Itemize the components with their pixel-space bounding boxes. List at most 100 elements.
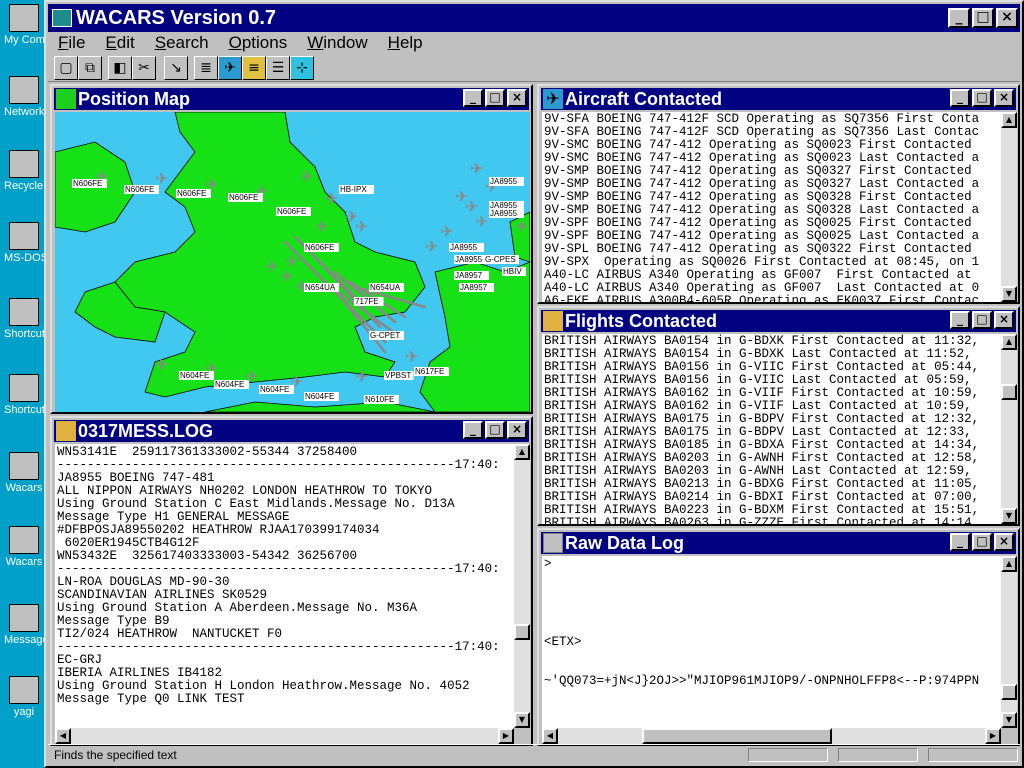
aircraft-marker-icon[interactable]: ✈ (455, 187, 468, 206)
menu-options[interactable]: Options (219, 32, 298, 54)
network-neighborhood-icon[interactable]: Network Neighborhood (4, 76, 44, 118)
aircraft-label[interactable]: N604FE (180, 371, 209, 380)
filter-icon[interactable]: ↘ (164, 56, 188, 80)
scroll-right-arrow[interactable]: ▶ (985, 728, 1001, 744)
aircraft-marker-icon[interactable]: ✈ (300, 167, 313, 186)
maximize-button[interactable]: □ (972, 8, 994, 28)
aircraft-label[interactable]: N604FE (260, 385, 289, 394)
log-minimize-button[interactable]: _ (463, 421, 483, 439)
aircraft-label[interactable]: N617FE (415, 367, 444, 376)
shortcut-merc-icon[interactable]: Shortcut to Merc (4, 298, 44, 340)
aircraft-marker-icon[interactable]: ✈ (405, 347, 418, 366)
aircraft-marker-icon[interactable]: ✈ (515, 217, 528, 236)
paste-icon[interactable]: ✂ (132, 56, 156, 80)
raw-data-log-title-bar[interactable]: Raw Data Log _ □ × (541, 532, 1016, 554)
flights-vscroll[interactable]: ▲ ▼ (1001, 334, 1017, 524)
aircraft-icon[interactable]: ✈ (218, 56, 242, 80)
menu-window[interactable]: Window (297, 32, 377, 54)
scroll-left-arrow[interactable]: ◀ (542, 728, 558, 744)
map-canvas[interactable]: ✈ ✈ ✈ ✈ ✈ ✈ ✈ ✈ ✈ ✈ ✈ ✈ ✈ ✈ ✈ ✈ ✈ ✈ ✈ ✈ ✈ ✈ ✈ ✈ ✈ ✈ ✈ N606FE N606FE… (55, 112, 530, 412)
flights-minimize-button[interactable]: _ (950, 311, 970, 329)
log-maximize-button[interactable]: □ (485, 421, 505, 439)
aircraft-label[interactable]: HBIV (503, 267, 522, 276)
close-button[interactable]: × (996, 8, 1018, 28)
open-icon[interactable]: ⧉ (78, 56, 102, 80)
wacars-folder-icon[interactable]: Wacars (4, 526, 44, 568)
scroll-thumb[interactable] (1001, 684, 1017, 700)
ms-dos-prompt-icon[interactable]: MS-DOS Prompt (4, 222, 44, 264)
flights-close-button[interactable]: × (994, 311, 1014, 329)
raw-data-icon[interactable]: ☰ (266, 56, 290, 80)
aircraft-marker-icon[interactable]: ✈ (265, 257, 278, 276)
aircraft-label[interactable]: G-CPES (485, 255, 516, 264)
log-icon[interactable]: ≣ (194, 56, 218, 80)
aircraft-marker-icon[interactable]: ✈ (475, 212, 488, 231)
app-title-bar[interactable]: WACARS Version 0.7 _ □ × (48, 4, 1020, 32)
aircraft-label[interactable]: HB-IPX (340, 185, 367, 194)
list-icon[interactable]: ≡ (242, 56, 266, 80)
aircraft-minimize-button[interactable]: _ (950, 89, 970, 107)
raw-hscroll[interactable]: ◀ ▶ (542, 728, 1001, 744)
log-close-button[interactable]: × (507, 421, 527, 439)
aircraft-label[interactable]: N606FE (229, 193, 258, 202)
aircraft-marker-icon[interactable]: ✈ (155, 355, 168, 374)
aircraft-label[interactable]: JA8955 (455, 255, 483, 264)
aircraft-label[interactable]: N604FE (305, 392, 334, 401)
scroll-up-arrow[interactable]: ▲ (514, 444, 530, 460)
scroll-left-arrow[interactable]: ◀ (55, 728, 71, 744)
scroll-thumb[interactable] (642, 728, 832, 744)
aircraft-marker-icon[interactable]: ✈ (470, 159, 483, 178)
message-log-vscroll[interactable]: ▲ ▼ (514, 444, 530, 728)
aircraft-label[interactable]: JA8957 (455, 271, 483, 280)
aircraft-maximize-button[interactable]: □ (972, 89, 992, 107)
flights-maximize-button[interactable]: □ (972, 311, 992, 329)
position-map-title-bar[interactable]: Position Map _ □ × (54, 88, 529, 110)
aircraft-label[interactable]: N610FE (365, 395, 394, 404)
scroll-down-arrow[interactable]: ▼ (514, 712, 530, 728)
raw-vscroll[interactable]: ▲ ▼ (1001, 556, 1017, 728)
scroll-up-arrow[interactable]: ▲ (1001, 334, 1017, 350)
map-icon[interactable]: ⊹ (290, 56, 314, 80)
aircraft-label[interactable]: N604FE (215, 380, 244, 389)
aircraft-label[interactable]: N654UA (305, 283, 336, 292)
aircraft-marker-icon[interactable]: ✈ (425, 237, 438, 256)
aircraft-marker-icon[interactable]: ✈ (355, 217, 368, 236)
aircraft-marker-icon[interactable]: ✈ (280, 267, 293, 286)
shortcut-wacars-icon[interactable]: Shortcut to Wacars (4, 374, 44, 416)
aircraft-contacted-title-bar[interactable]: ✈ Aircraft Contacted _ □ × (541, 88, 1016, 110)
menu-file[interactable]: File (48, 32, 95, 54)
raw-maximize-button[interactable]: □ (972, 533, 992, 551)
scroll-down-arrow[interactable]: ▼ (1001, 508, 1017, 524)
menu-edit[interactable]: Edit (95, 32, 144, 54)
scroll-up-arrow[interactable]: ▲ (1001, 556, 1017, 572)
raw-close-button[interactable]: × (994, 533, 1014, 551)
minimize-button[interactable]: _ (948, 8, 970, 28)
flights-contacted-list[interactable]: BRITISH AIRWAYS BA0154 in G-BDXK First C… (542, 334, 1001, 524)
aircraft-label[interactable]: N606FE (277, 207, 306, 216)
map-minimize-button[interactable]: _ (463, 89, 483, 107)
message-icon[interactable]: Message (4, 604, 44, 646)
message-log-text[interactable]: WN53141E 259117361333002-55344 37258400-… (55, 444, 514, 728)
aircraft-label[interactable]: JA8955 (450, 243, 478, 252)
menu-help[interactable]: Help (378, 32, 433, 54)
aircraft-label[interactable]: JA8957 (460, 283, 488, 292)
message-log-hscroll[interactable]: ◀ ▶ (55, 728, 514, 744)
yagi-icon[interactable]: yagi (4, 676, 44, 718)
scroll-up-arrow[interactable]: ▲ (1001, 112, 1017, 128)
menu-search[interactable]: Search (145, 32, 219, 54)
aircraft-label[interactable]: N606FE (305, 243, 334, 252)
scroll-right-arrow[interactable]: ▶ (498, 728, 514, 744)
wacars-icon[interactable]: Wacars (4, 452, 44, 494)
my-computer-icon[interactable]: My Computer (4, 4, 44, 46)
aircraft-marker-icon[interactable]: ✈ (355, 367, 368, 386)
cut-icon[interactable]: ◧ (108, 56, 132, 80)
scroll-down-arrow[interactable]: ▼ (1001, 286, 1017, 302)
aircraft-label[interactable]: JA8955 (490, 177, 518, 186)
aircraft-label[interactable]: N606FE (125, 185, 154, 194)
aircraft-marker-icon[interactable]: ✈ (315, 217, 328, 236)
aircraft-label[interactable]: JA8955 (490, 209, 518, 218)
recycle-bin-icon[interactable]: Recycle Bin (4, 150, 44, 192)
map-close-button[interactable]: × (507, 89, 527, 107)
message-log-title-bar[interactable]: 0317MESS.LOG _ □ × (54, 420, 529, 442)
raw-minimize-button[interactable]: _ (950, 533, 970, 551)
